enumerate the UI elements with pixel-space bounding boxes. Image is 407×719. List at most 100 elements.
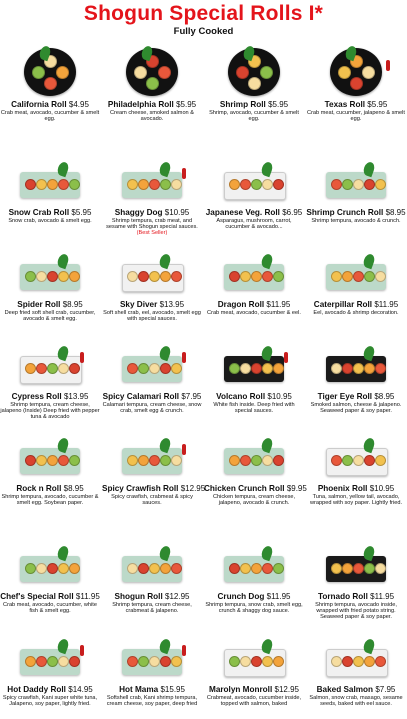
menu-item: Spicy Calamari Roll $7.95 Calamari tempur…: [102, 332, 202, 426]
item-price: $5.95: [176, 100, 197, 109]
menu-item: Chef's Special Roll $11.95 Crab meat, avo…: [0, 532, 100, 626]
sushi-piece: [127, 563, 138, 574]
sushi-piece: [331, 656, 342, 667]
item-name-text: Shogun Roll: [114, 592, 163, 601]
sushi-piece: [127, 271, 138, 282]
item-name: Shaggy Dog $10.95: [102, 208, 202, 217]
item-description-text: Crab meat, cucumber, jalapeno & smelt eg…: [307, 110, 405, 123]
item-description-text: Shrimp tempura, avocado & crunch.: [311, 218, 401, 224]
chili-pepper-icon: [182, 645, 186, 656]
sushi-piece: [364, 363, 375, 374]
sushi-piece: [36, 179, 47, 190]
dish-photo: [18, 338, 84, 390]
menu-item: Shrimp Crunch Roll $8.95 Shrimp tempura, …: [306, 148, 406, 242]
sushi-piece: [160, 563, 171, 574]
dish-photo: [18, 246, 82, 298]
item-name: Caterpillar Roll $11.95: [306, 300, 406, 309]
item-description: Shrimp tempura, avocado, cucumber & smel…: [0, 494, 100, 506]
sushi-piece: [134, 66, 147, 79]
item-description: Salmon, snow crab, masago, sesame seeds,…: [306, 695, 406, 707]
item-name-text: Spicy Calamari Roll: [102, 392, 180, 401]
sushi-piece: [25, 563, 36, 574]
item-price: $9.95: [286, 484, 307, 493]
sushi-piece: [69, 455, 80, 466]
dish-photo: [324, 44, 390, 98]
item-description: Shrimp tempura, cream cheese, crabmeat &…: [102, 602, 202, 614]
menu-item: Spider Roll $8.95 Deep fried soft shell c…: [0, 240, 100, 334]
item-description-text: White fish inside. Deep fried with speci…: [213, 402, 295, 415]
item-name-text: Marolyn Monroll: [209, 685, 273, 694]
item-description: Shrimp tempura, cream cheese, jalapeno (…: [0, 402, 100, 421]
item-name: Chef's Special Roll $11.95: [0, 592, 100, 601]
sushi-piece: [69, 363, 80, 374]
sushi-piece: [240, 179, 251, 190]
item-name-text: Sky Diver: [119, 300, 158, 309]
sushi-piece: [229, 363, 240, 374]
sushi-piece: [36, 455, 47, 466]
sushi-piece: [229, 179, 240, 190]
item-name: Snow Crab Roll $5.95: [0, 208, 100, 217]
item-name: California Roll $4.95: [0, 100, 100, 109]
dish-photo: [18, 631, 84, 683]
dish-photo: [324, 430, 388, 482]
sushi-piece: [229, 455, 240, 466]
item-name: Spicy Crawfish Roll $12.95: [102, 484, 205, 493]
sushi-piece: [229, 563, 240, 574]
item-name: Dragon Roll $11.95: [204, 300, 304, 309]
dish-photo: [222, 338, 288, 390]
sushi-piece: [342, 563, 353, 574]
item-price: $10.95: [164, 208, 190, 217]
dish-photo: [120, 338, 186, 390]
item-name-text: Chicken Crunch Roll: [204, 484, 285, 493]
sushi-piece: [171, 563, 182, 574]
menu-item: Dragon Roll $11.95 Crab meat, avocado, cu…: [204, 240, 304, 334]
sushi-piece: [25, 455, 36, 466]
item-price: $6.95: [282, 208, 303, 217]
sushi-piece: [273, 656, 284, 667]
sushi-piece: [47, 455, 58, 466]
item-description: Shrimp tempura, snow crab, smelt egg, cr…: [204, 602, 304, 614]
dish-photo: [222, 154, 286, 206]
sushi-piece: [353, 656, 364, 667]
item-name-text: Spider Roll: [17, 300, 61, 309]
sushi-piece: [331, 455, 342, 466]
sushi-piece: [262, 271, 273, 282]
sushi-piece: [251, 363, 262, 374]
chili-pepper-icon: [386, 60, 390, 71]
sushi-piece: [251, 656, 262, 667]
sushi-piece: [58, 363, 69, 374]
item-price: $12.95: [274, 685, 299, 694]
item-description-text: Crab meat, avocado, cucumber & smelt egg…: [0, 110, 100, 123]
item-description: Deep fried soft shell crab, cucumber, av…: [0, 310, 100, 322]
item-description: Smoked salmon, cheese & jalapeno. Seawee…: [306, 402, 406, 414]
dish-photo: [18, 44, 82, 98]
sushi-piece: [262, 656, 273, 667]
item-description: Snow crab, avocado & smelt egg.: [0, 218, 100, 224]
item-price: $7.95: [181, 392, 202, 401]
sushi-piece: [36, 271, 47, 282]
item-description-text: Shrimp tempura, cream cheese, jalapeno (…: [0, 402, 100, 421]
item-price: $8.95: [62, 300, 83, 309]
dish-photo: [222, 246, 286, 298]
item-description-text: Snow crab, avocado & smelt egg.: [8, 218, 92, 224]
item-description: White fish inside. Deep fried with speci…: [204, 402, 304, 414]
sushi-piece: [149, 656, 160, 667]
item-name-text: Tornado Roll: [317, 592, 368, 601]
item-description-text: Shrimp tempura, avocado, cucumber & smel…: [1, 494, 99, 507]
item-price: $10.95: [267, 392, 292, 401]
sushi-piece: [375, 179, 386, 190]
item-name: Phoenix Roll $10.95: [306, 484, 406, 493]
sushi-piece: [251, 179, 262, 190]
menu-item: Japanese Veg. Roll $6.95 Asparagus, mushr…: [204, 148, 304, 242]
item-description: Crab meat, avocado, cucumber & eel.: [204, 310, 304, 316]
item-description: Crab meat, avocado, cucumber & smelt egg…: [0, 110, 100, 122]
sushi-piece: [353, 179, 364, 190]
item-name: Chicken Crunch Roll $9.95: [204, 484, 307, 493]
sushi-piece: [375, 455, 386, 466]
sushi-piece: [69, 179, 80, 190]
best-seller-note: (Best Seller): [136, 230, 168, 237]
item-name-text: Cypress Roll: [11, 392, 62, 401]
sushi-piece: [160, 656, 171, 667]
menu-item: Marolyn Monroll $12.95 Crabmeat, avocado,…: [204, 625, 304, 719]
sushi-piece: [331, 271, 342, 282]
